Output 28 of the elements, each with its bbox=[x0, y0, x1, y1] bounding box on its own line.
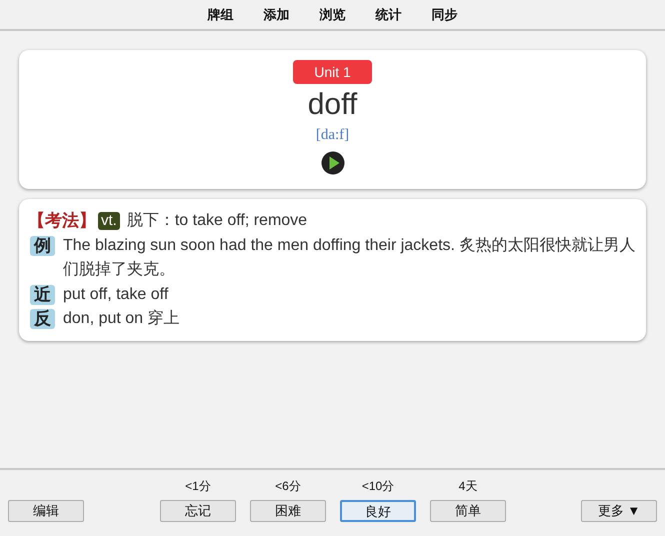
interval-label: <1分 bbox=[185, 478, 211, 494]
entry-text: The blazing sun soon had the men doffing their jackets. 炙热的太阳很快就让男人们脱掉了夹克。 bbox=[63, 236, 636, 280]
exam-label: 【考法】 bbox=[28, 210, 96, 232]
interval-label: 4天 bbox=[458, 478, 478, 494]
answer-button[interactable]: 忘记 bbox=[160, 500, 236, 522]
entry-text: don, put on 穿上 bbox=[63, 308, 180, 329]
menu-item[interactable]: 牌组 bbox=[208, 4, 234, 24]
more-button[interactable]: 更多 ▼ bbox=[581, 500, 657, 522]
entry-text: put off, take off bbox=[63, 284, 168, 304]
menu-item[interactable]: 统计 bbox=[376, 4, 402, 24]
answer-button[interactable]: 困难 bbox=[250, 500, 326, 522]
answer-button[interactable]: 良好 bbox=[340, 500, 416, 522]
part-of-speech: vt. bbox=[98, 212, 120, 230]
entry-tag: 例 bbox=[30, 236, 55, 256]
menu-item[interactable]: 添加 bbox=[264, 4, 290, 24]
phonetic: [da:f] bbox=[316, 126, 350, 145]
edit-button[interactable]: 编辑 bbox=[8, 500, 84, 522]
interval-label: <10分 bbox=[362, 478, 394, 494]
entry-tag: 反 bbox=[30, 309, 55, 329]
meaning-text: 脱下：to take off; remove bbox=[126, 211, 308, 231]
entry-tag: 近 bbox=[30, 284, 55, 304]
menu-item[interactable]: 浏览 bbox=[320, 4, 346, 24]
word-title: doff bbox=[308, 87, 358, 123]
menu-item[interactable]: 同步 bbox=[432, 4, 458, 24]
interval-label: <6分 bbox=[275, 478, 301, 494]
unit-label: Unit 1 bbox=[293, 60, 372, 84]
answer-button[interactable]: 简单 bbox=[430, 500, 506, 522]
play-icon[interactable] bbox=[320, 151, 344, 175]
